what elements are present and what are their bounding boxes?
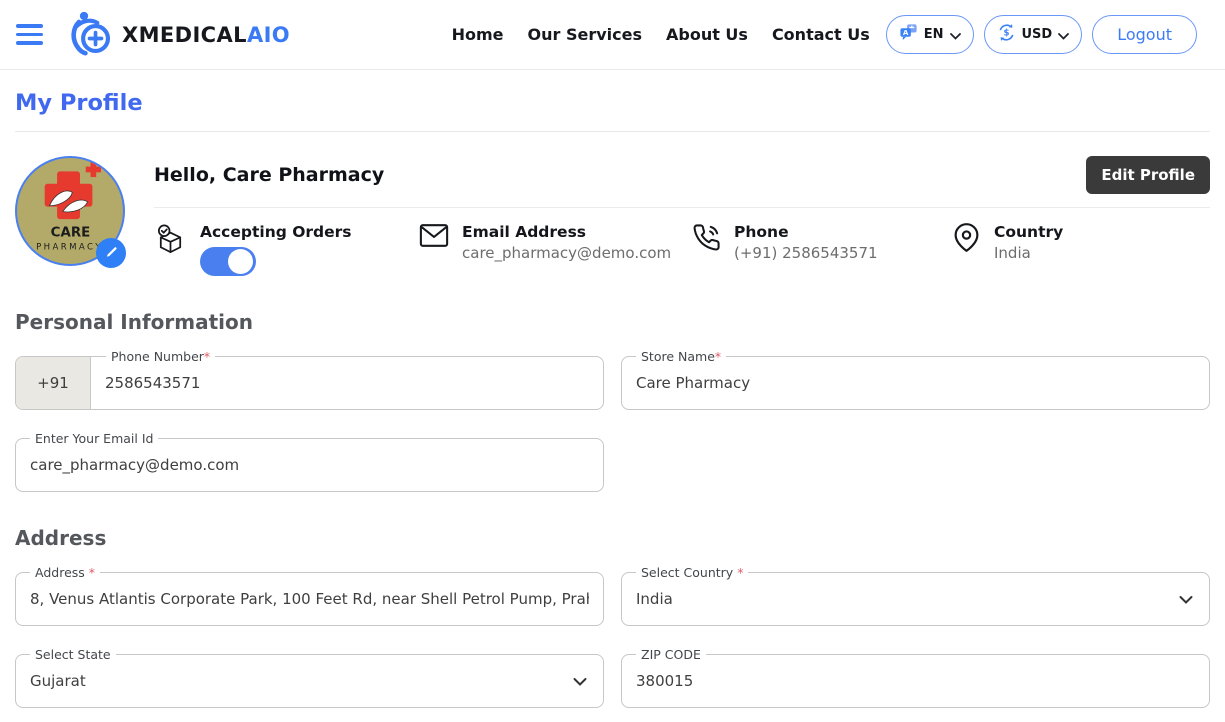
phone-icon: [692, 223, 721, 256]
page-title: My Profile: [15, 90, 1210, 116]
svg-text:$: $: [1003, 29, 1009, 39]
chevron-down-icon: [1058, 25, 1069, 44]
nav-contact-us[interactable]: Contact Us: [772, 25, 870, 44]
nav-about-us[interactable]: About Us: [666, 25, 748, 44]
brand-logo-icon: [67, 10, 113, 60]
page-title-bar: My Profile: [15, 70, 1210, 132]
avatar-edit-button[interactable]: [96, 238, 126, 268]
toggle-knob: [228, 249, 253, 274]
phone-value: (+91) 2586543571: [734, 244, 878, 262]
email-label: Email Address: [462, 223, 671, 241]
email-info: Email Address care_pharmacy@demo.com: [419, 223, 692, 276]
logout-button[interactable]: Logout: [1092, 15, 1197, 54]
header: XMEDICALAIO Home Our Services About Us C…: [0, 0, 1225, 70]
main-nav: Home Our Services About Us Contact Us: [452, 25, 870, 44]
phone-info: Phone (+91) 2586543571: [692, 223, 952, 276]
email-id-label: Enter Your Email Id: [30, 430, 158, 448]
svg-text:A: A: [903, 28, 909, 37]
select-state-field: Select State Gujarat: [15, 654, 604, 708]
phone-number-label: Phone Number*: [106, 348, 215, 366]
accepting-orders-label: Accepting Orders: [200, 223, 352, 241]
address-label: Address*: [30, 564, 100, 582]
brand-logo[interactable]: XMEDICALAIO: [67, 10, 290, 60]
address-field: Address*: [15, 572, 604, 626]
language-selector[interactable]: A EN: [886, 15, 974, 54]
address-title: Address: [15, 526, 1210, 550]
envelope-icon: [419, 223, 449, 252]
zip-code-input[interactable]: [622, 655, 1209, 707]
edit-profile-button[interactable]: Edit Profile: [1086, 156, 1210, 194]
country-value: India: [994, 244, 1063, 262]
country-label: Country: [994, 223, 1063, 241]
profile-greeting: Hello, Care Pharmacy: [154, 164, 1086, 186]
nav-our-services[interactable]: Our Services: [527, 25, 642, 44]
profile-info-row: Accepting Orders Email Address care_phar…: [154, 223, 1210, 276]
address-input[interactable]: [16, 573, 603, 625]
accepting-orders-info: Accepting Orders: [154, 223, 419, 276]
personal-information-title: Personal Information: [15, 310, 1210, 334]
package-check-icon: [154, 223, 187, 260]
address-form: Address* Select Country* India Select St…: [15, 572, 1210, 708]
nav-home[interactable]: Home: [452, 25, 504, 44]
select-country-label: Select Country*: [636, 564, 748, 582]
currency-selected: USD: [1022, 27, 1053, 42]
currency-exchange-icon: $: [997, 23, 1016, 46]
zip-code-field: ZIP CODE: [621, 654, 1210, 708]
svg-text:CARE: CARE: [51, 225, 91, 240]
email-value: care_pharmacy@demo.com: [462, 244, 671, 262]
accepting-orders-toggle[interactable]: [200, 247, 256, 276]
personal-information-form: Phone Number* +91 Store Name* Enter Your…: [15, 356, 1210, 492]
email-id-field: Enter Your Email Id: [15, 438, 604, 492]
phone-number-field: Phone Number* +91: [15, 356, 604, 410]
select-country-field: Select Country* India: [621, 572, 1210, 626]
pencil-icon: [105, 244, 118, 263]
hamburger-menu-icon[interactable]: [12, 20, 47, 49]
zip-code-label: ZIP CODE: [636, 646, 706, 664]
profile-divider: [154, 207, 1210, 208]
map-pin-icon: [952, 223, 981, 256]
phone-label: Phone: [734, 223, 878, 241]
country-info: Country India: [952, 223, 1063, 276]
select-state-label: Select State: [30, 646, 116, 664]
profile-card: CARE PHARMACY Hello, Care Pharmacy Edit …: [15, 156, 1210, 276]
brand-name: XMEDICALAIO: [122, 23, 290, 47]
store-name-field: Store Name*: [621, 356, 1210, 410]
language-selected: EN: [924, 27, 944, 42]
svg-text:PHARMACY: PHARMACY: [36, 243, 103, 253]
chevron-down-icon: [950, 25, 961, 44]
translate-icon: A: [899, 23, 918, 46]
main-content: My Profile CARE PHARMACY: [0, 70, 1225, 708]
store-name-label: Store Name*: [636, 348, 726, 366]
currency-selector[interactable]: $ USD: [984, 15, 1083, 54]
phone-country-code: +91: [16, 357, 91, 409]
